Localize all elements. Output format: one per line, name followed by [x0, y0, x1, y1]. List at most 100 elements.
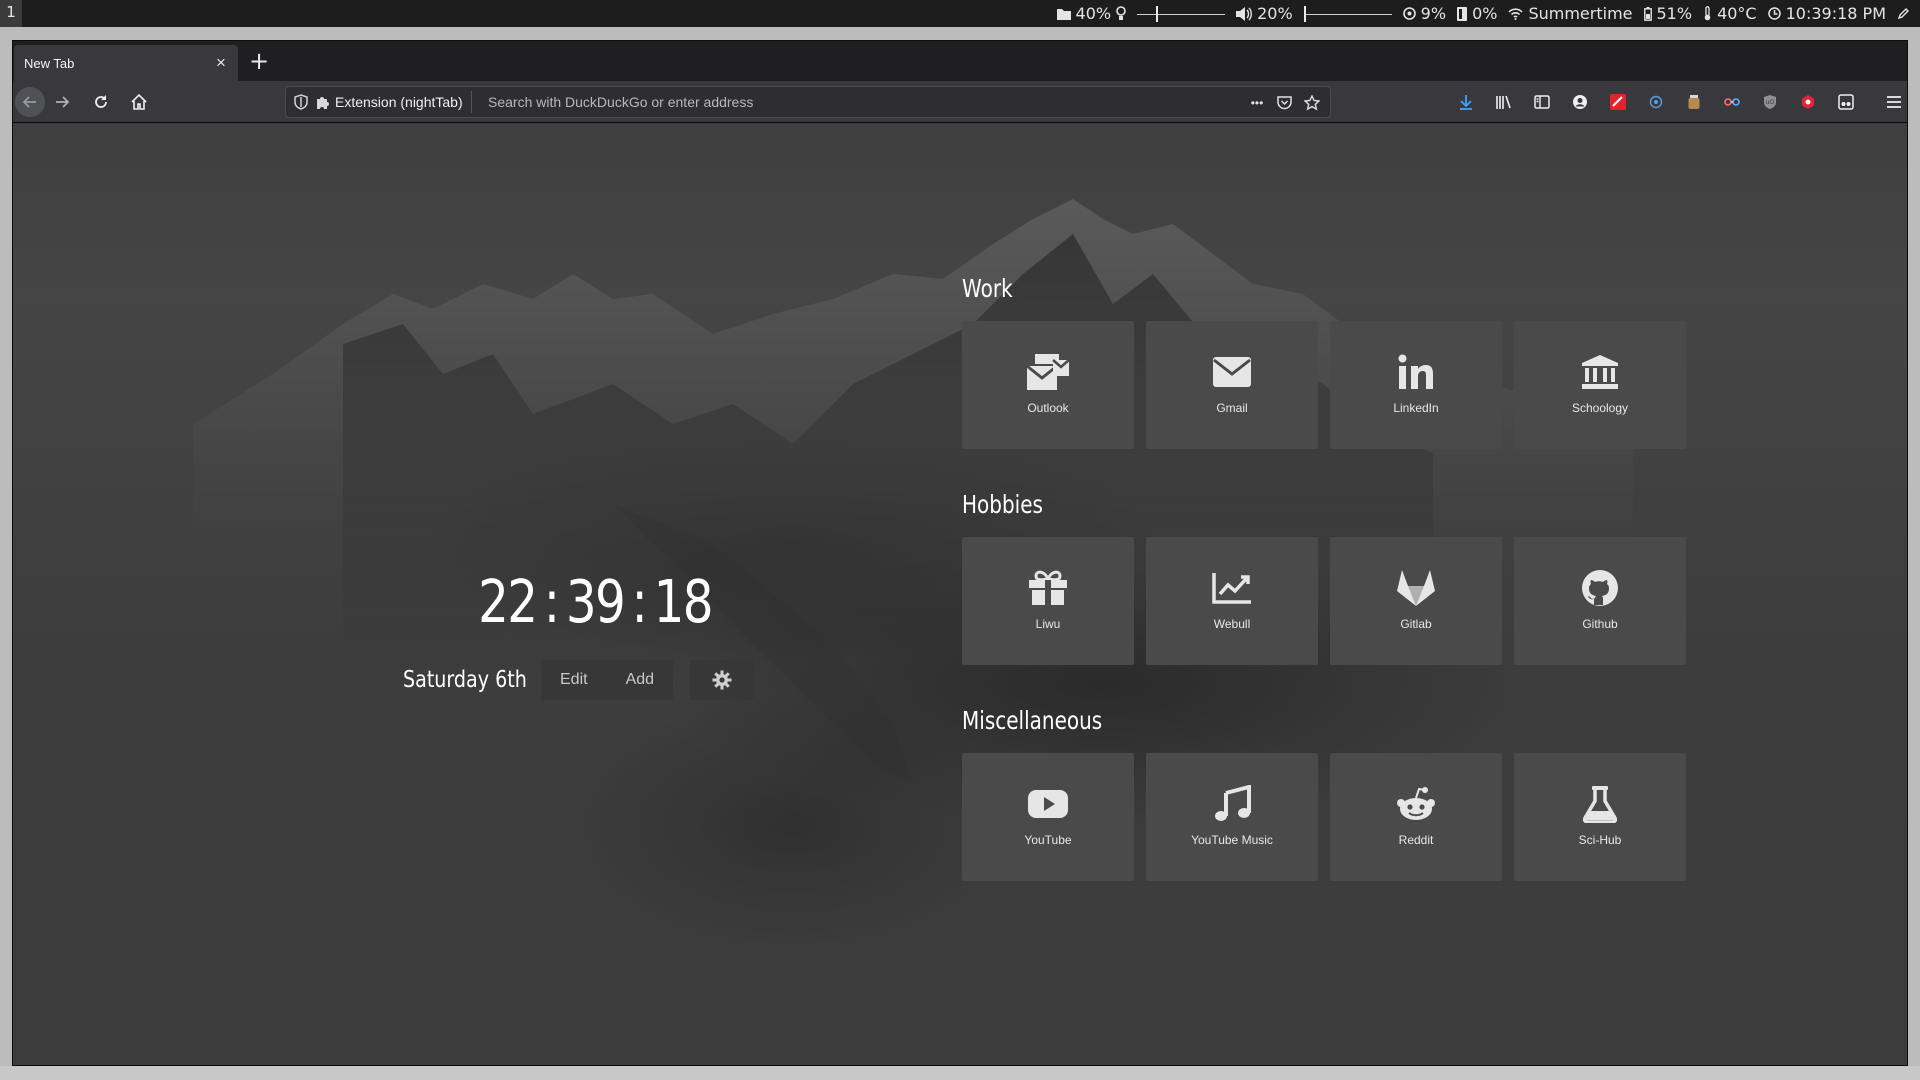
home-icon: [131, 94, 147, 110]
bookmark-tile-liwu[interactable]: Liwu: [962, 537, 1134, 665]
bookmark-row-hobbies: Liwu Webull Gitlab Github: [962, 537, 1686, 665]
bookmark-tile-youtube[interactable]: YouTube: [962, 753, 1134, 881]
new-tab-button[interactable]: +: [245, 48, 273, 76]
address-input[interactable]: [488, 87, 1188, 117]
ublock-button[interactable]: uO: [1760, 92, 1780, 112]
wifi-widget[interactable]: Summertime: [1508, 4, 1633, 23]
bookmark-tile-youtube-music[interactable]: YouTube Music: [1146, 753, 1318, 881]
bookmark-label: Webull: [1213, 617, 1251, 631]
tab-title: New Tab: [24, 56, 75, 71]
system-clock: 10:39:18 PM: [1785, 4, 1886, 23]
bookmark-label: LinkedIn: [1393, 401, 1439, 415]
temperature-value: 40°C: [1717, 4, 1757, 23]
cpu-value: 9%: [1420, 4, 1447, 23]
bookmark-tile-schoology[interactable]: Schoology: [1514, 321, 1686, 449]
extension-jar-button[interactable]: [1684, 92, 1704, 112]
add-button[interactable]: Add: [607, 660, 673, 700]
lightbulb-icon: [1116, 6, 1126, 20]
volume-widget[interactable]: 20%: [1236, 4, 1293, 23]
gear-icon: [712, 670, 732, 690]
downloads-button[interactable]: [1456, 92, 1476, 112]
status-area: 40% 20% 9% 0% Summertime 51% 40°C 10:39:…: [1056, 0, 1910, 27]
bookmark-tile-webull[interactable]: Webull: [1146, 537, 1318, 665]
volume-value: 20%: [1257, 4, 1293, 23]
bookmark-label: Outlook: [1027, 401, 1069, 415]
sidebar-icon: [1534, 95, 1550, 109]
music-note-icon: [1215, 785, 1251, 821]
desktop-background: [0, 1066, 1920, 1080]
speaker-icon: [1236, 6, 1253, 21]
clock-hours: 22: [478, 567, 538, 636]
tab-new-tab[interactable]: New Tab ×: [14, 45, 238, 81]
extension-glasses-button[interactable]: [1722, 92, 1742, 112]
home-button[interactable]: [124, 87, 154, 117]
clock-widget[interactable]: 10:39:18 PM: [1767, 4, 1886, 23]
back-button[interactable]: [15, 87, 45, 117]
bookmark-tile-reddit[interactable]: Reddit: [1330, 753, 1502, 881]
site-identity[interactable]: Extension (nightTab): [316, 91, 472, 113]
bookmark-star-button[interactable]: [1302, 93, 1322, 113]
cpu-widget: 9%: [1402, 4, 1447, 23]
gitlab-icon: [1397, 570, 1435, 606]
hamburger-menu-icon: [1887, 96, 1901, 108]
system-status-bar: 1 40% 20% 9% 0% Summertime 51% 40°C 10:3…: [0, 0, 1920, 27]
gift-icon: [1029, 570, 1067, 605]
bookmark-tile-outlook[interactable]: Outlook: [962, 321, 1134, 449]
battery-widget: 51%: [1643, 4, 1692, 23]
wifi-network: Summertime: [1528, 4, 1633, 23]
forward-button[interactable]: [47, 87, 77, 117]
extension-target-button[interactable]: [1646, 92, 1666, 112]
youtube-icon: [1028, 790, 1068, 818]
linkedin-icon: [1398, 354, 1433, 389]
svg-text:uO: uO: [1766, 99, 1775, 106]
bookmark-label: Liwu: [1035, 617, 1061, 631]
bookmark-label: Sci-Hub: [1578, 833, 1622, 847]
brightness-widget[interactable]: 40%: [1056, 4, 1127, 23]
bookmark-label: YouTube: [1024, 833, 1072, 847]
extension-face-button[interactable]: [1836, 92, 1856, 112]
workspace-indicator[interactable]: 1: [0, 0, 22, 27]
download-arrow-icon: [1460, 95, 1472, 110]
bookmark-row-work: Outlook Gmail LinkedIn Schoology: [962, 321, 1686, 449]
date-display: Saturday 6th: [403, 667, 527, 693]
tab-close-button[interactable]: ×: [212, 54, 230, 72]
page-actions-button[interactable]: •••: [1244, 93, 1270, 113]
extension-red-button[interactable]: [1608, 92, 1628, 112]
app-menu-button[interactable]: [1884, 92, 1904, 112]
pocket-icon: [1276, 96, 1292, 110]
bookmark-tile-gmail[interactable]: Gmail: [1146, 321, 1318, 449]
bookmark-tile-linkedin[interactable]: LinkedIn: [1330, 321, 1502, 449]
tracking-protection-icon[interactable]: [294, 94, 308, 110]
flask-icon: [1583, 786, 1617, 823]
university-icon: [1582, 355, 1618, 389]
navigation-toolbar: Extension (nightTab) •••: [13, 81, 1907, 123]
volume-slider[interactable]: [1303, 5, 1392, 22]
memory-widget: 0%: [1457, 4, 1497, 23]
pencil-icon[interactable]: [1897, 7, 1910, 20]
sidebar-button[interactable]: [1532, 92, 1552, 112]
glasses-icon: [1724, 98, 1740, 106]
cpu-icon: [1402, 7, 1416, 20]
extension-hex-button[interactable]: [1798, 92, 1818, 112]
wifi-icon: [1508, 7, 1524, 20]
account-icon: [1573, 95, 1587, 109]
arrow-right-icon: [56, 96, 70, 108]
puzzle-piece-icon: [317, 97, 329, 109]
bookmark-label: Gmail: [1216, 401, 1248, 415]
edit-button[interactable]: Edit: [541, 660, 607, 700]
settings-button[interactable]: [690, 660, 755, 700]
url-bar[interactable]: Extension (nightTab) •••: [285, 86, 1331, 118]
red-extension-icon: [1610, 94, 1626, 110]
hexagon-icon: [1802, 95, 1814, 109]
reload-button[interactable]: [86, 87, 116, 117]
pocket-button[interactable]: [1274, 93, 1294, 113]
bookmark-tile-gitlab[interactable]: Gitlab: [1330, 537, 1502, 665]
account-button[interactable]: [1570, 92, 1590, 112]
envelope-icon: [1213, 357, 1251, 387]
bookmark-tile-github[interactable]: Github: [1514, 537, 1686, 665]
library-button[interactable]: [1494, 92, 1514, 112]
brightness-value: 40%: [1075, 4, 1112, 23]
brightness-slider[interactable]: [1137, 5, 1226, 22]
bookmark-tile-sci-hub[interactable]: Sci-Hub: [1514, 753, 1686, 881]
envelopes-icon: [1026, 354, 1070, 390]
